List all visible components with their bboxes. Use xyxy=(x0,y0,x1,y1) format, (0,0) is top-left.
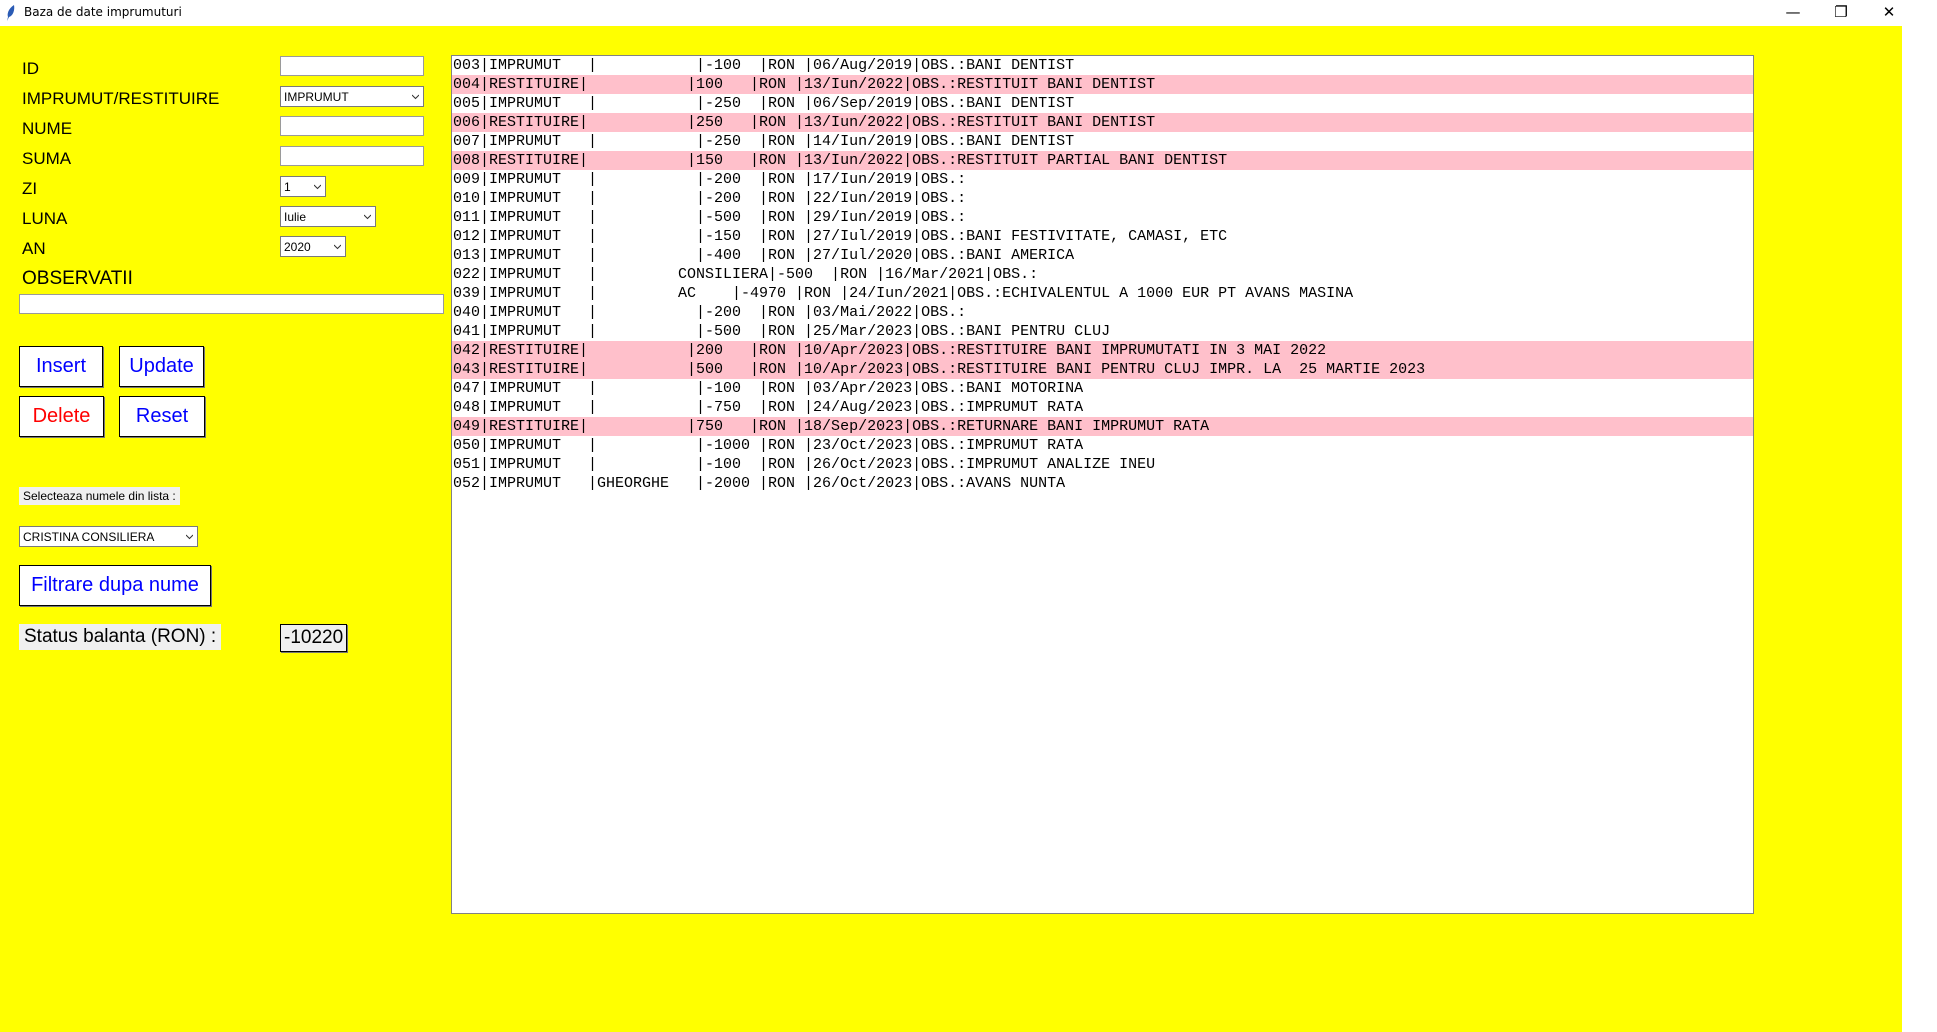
obs-label: OBSERVATII xyxy=(22,268,133,289)
feather-icon xyxy=(7,5,15,21)
list-item[interactable]: 012|IMPRUMUT | |-150 |RON |27/Iul/2019|O… xyxy=(452,227,1753,246)
title-bar: Baza de date imprumuturi — ❐ ✕ xyxy=(0,0,1937,26)
restore-button[interactable]: ❐ xyxy=(1818,0,1864,26)
id-input[interactable] xyxy=(280,56,424,76)
insert-button[interactable]: Insert xyxy=(19,346,103,387)
type-select-value: IMPRUMUT xyxy=(284,90,349,104)
name-filter-select[interactable]: CRISTINA CONSILIERA xyxy=(19,526,198,547)
delete-button[interactable]: Delete xyxy=(19,396,104,437)
year-label: AN xyxy=(22,239,46,258)
sum-input[interactable] xyxy=(280,146,424,166)
list-item[interactable]: 010|IMPRUMUT | |-200 |RON |22/Iun/2019|O… xyxy=(452,189,1753,208)
chevron-down-icon xyxy=(186,534,193,540)
sum-label: SUMA xyxy=(22,149,72,168)
type-label: IMPRUMUT/RESTITUIRE xyxy=(22,89,220,108)
name-input[interactable] xyxy=(280,116,424,136)
list-item[interactable]: 040|IMPRUMUT | |-200 |RON |03/Mai/2022|O… xyxy=(452,303,1753,322)
filter-button[interactable]: Filtrare dupa nume xyxy=(19,565,211,606)
list-item[interactable]: 003|IMPRUMUT | |-100 |RON |06/Aug/2019|O… xyxy=(452,56,1753,75)
year-select-value: 2020 xyxy=(284,240,311,254)
close-button[interactable]: ✕ xyxy=(1866,0,1912,26)
month-select-value: Iulie xyxy=(284,210,307,224)
day-select-value: 1 xyxy=(284,180,291,194)
list-item[interactable]: 051|IMPRUMUT | |-100 |RON |26/Oct/2023|O… xyxy=(452,455,1753,474)
month-select[interactable]: Iulie xyxy=(280,206,376,227)
month-label: LUNA xyxy=(22,209,68,228)
list-item[interactable]: 052|IMPRUMUT |GHEORGHE |-2000 |RON |26/O… xyxy=(452,474,1753,493)
list-item[interactable]: 048|IMPRUMUT | |-750 |RON |24/Aug/2023|O… xyxy=(452,398,1753,417)
list-item[interactable]: 042|RESTITUIRE| |200 |RON |10/Apr/2023|O… xyxy=(452,341,1753,360)
list-item[interactable]: 008|RESTITUIRE| |150 |RON |13/Iun/2022|O… xyxy=(452,151,1753,170)
day-label: ZI xyxy=(22,179,38,198)
list-item[interactable]: 041|IMPRUMUT | |-500 |RON |25/Mar/2023|O… xyxy=(452,322,1753,341)
status-value: -10220 xyxy=(280,624,348,652)
chevron-down-icon xyxy=(334,244,341,250)
update-button[interactable]: Update xyxy=(119,346,204,387)
minimize-button[interactable]: — xyxy=(1770,0,1816,26)
list-item[interactable]: 004|RESTITUIRE| |100 |RON |13/Iun/2022|O… xyxy=(452,75,1753,94)
status-label: Status balanta (RON) : xyxy=(19,624,222,650)
list-item[interactable]: 050|IMPRUMUT | |-1000 |RON |23/Oct/2023|… xyxy=(452,436,1753,455)
list-item[interactable]: 043|RESTITUIRE| |500 |RON |10/Apr/2023|O… xyxy=(452,360,1753,379)
list-item[interactable]: 011|IMPRUMUT | |-500 |RON |29/Iun/2019|O… xyxy=(452,208,1753,227)
list-item[interactable]: 047|IMPRUMUT | |-100 |RON |03/Apr/2023|O… xyxy=(452,379,1753,398)
list-item[interactable]: 039|IMPRUMUT | AC |-4970 |RON |24/Iun/20… xyxy=(452,284,1753,303)
list-item[interactable]: 007|IMPRUMUT | |-250 |RON |14/Iun/2019|O… xyxy=(452,132,1753,151)
chevron-down-icon xyxy=(314,184,321,190)
window-title: Baza de date imprumuturi xyxy=(24,5,182,19)
type-select[interactable]: IMPRUMUT xyxy=(280,86,424,107)
year-select[interactable]: 2020 xyxy=(280,236,346,257)
day-select[interactable]: 1 xyxy=(280,176,326,197)
id-label: ID xyxy=(22,59,39,78)
reset-button[interactable]: Reset xyxy=(119,396,205,437)
list-item[interactable]: 005|IMPRUMUT | |-250 |RON |06/Sep/2019|O… xyxy=(452,94,1753,113)
records-listbox[interactable]: 003|IMPRUMUT | |-100 |RON |06/Aug/2019|O… xyxy=(451,55,1754,914)
chevron-down-icon xyxy=(412,94,419,100)
list-item[interactable]: 022|IMPRUMUT | CONSILIERA|-500 |RON |16/… xyxy=(452,265,1753,284)
name-filter-value: CRISTINA CONSILIERA xyxy=(23,530,155,544)
chevron-down-icon xyxy=(364,214,371,220)
list-item[interactable]: 049|RESTITUIRE| |750 |RON |18/Sep/2023|O… xyxy=(452,417,1753,436)
name-label: NUME xyxy=(22,119,73,138)
filter-label: Selecteaza numele din lista : xyxy=(19,487,180,505)
list-item[interactable]: 009|IMPRUMUT | |-200 |RON |17/Iun/2019|O… xyxy=(452,170,1753,189)
list-item[interactable]: 013|IMPRUMUT | |-400 |RON |27/Iul/2020|O… xyxy=(452,246,1753,265)
list-item[interactable]: 006|RESTITUIRE| |250 |RON |13/Iun/2022|O… xyxy=(452,113,1753,132)
obs-input[interactable] xyxy=(19,294,444,314)
right-edge xyxy=(1902,26,1937,1032)
